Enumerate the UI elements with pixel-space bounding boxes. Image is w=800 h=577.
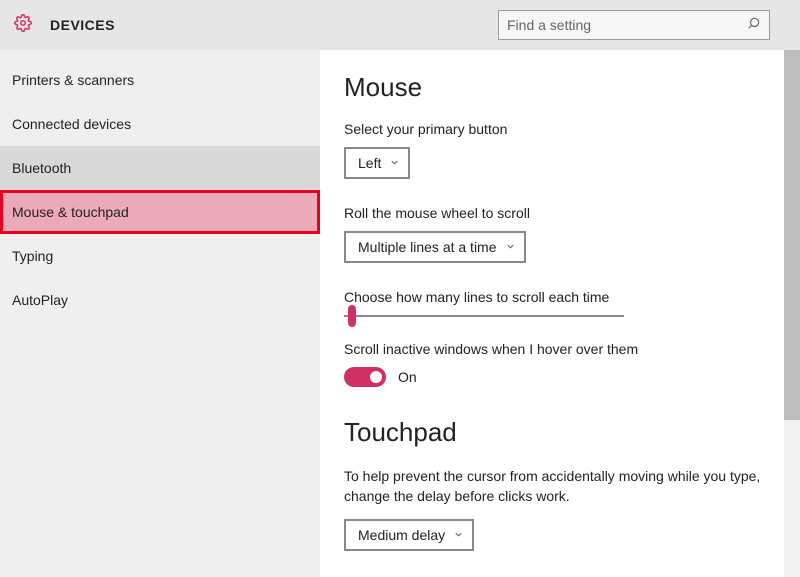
- lines-scroll-label: Choose how many lines to scroll each tim…: [344, 289, 776, 305]
- toggle-knob: [370, 371, 382, 383]
- primary-button-value: Left: [358, 155, 381, 171]
- gear-icon: [10, 14, 50, 37]
- sidebar-item-printers[interactable]: Printers & scanners: [0, 58, 320, 102]
- mouse-section-title: Mouse: [344, 72, 776, 103]
- content-container: Printers & scanners Connected devices Bl…: [0, 50, 800, 577]
- scrollbar[interactable]: [784, 50, 800, 577]
- inactive-hover-row: On: [344, 367, 776, 387]
- chevron-down-icon: [505, 239, 516, 255]
- header-bar: DEVICES: [0, 0, 800, 50]
- main-panel: Mouse Select your primary button Left Ro…: [320, 50, 800, 577]
- sidebar-item-autoplay[interactable]: AutoPlay: [0, 278, 320, 322]
- sidebar-item-mouse-touchpad[interactable]: Mouse & touchpad: [0, 190, 320, 234]
- touchpad-delay-value: Medium delay: [358, 527, 445, 543]
- touchpad-section-title: Touchpad: [344, 417, 776, 448]
- wheel-scroll-value: Multiple lines at a time: [358, 239, 497, 255]
- scrollbar-thumb[interactable]: [784, 50, 800, 420]
- touchpad-delay-dropdown[interactable]: Medium delay: [344, 519, 474, 551]
- inactive-hover-value: On: [398, 369, 417, 385]
- sidebar-item-typing[interactable]: Typing: [0, 234, 320, 278]
- search-icon: [747, 16, 761, 35]
- search-box[interactable]: [498, 10, 770, 40]
- chevron-down-icon: [453, 527, 464, 543]
- inactive-hover-toggle[interactable]: [344, 367, 386, 387]
- sidebar-item-bluetooth[interactable]: Bluetooth: [0, 146, 320, 190]
- slider-thumb[interactable]: [348, 305, 356, 327]
- primary-button-label: Select your primary button: [344, 121, 776, 137]
- sidebar: Printers & scanners Connected devices Bl…: [0, 50, 320, 577]
- page-title: DEVICES: [50, 17, 115, 33]
- touchpad-desc: To help prevent the cursor from accident…: [344, 466, 776, 507]
- lines-scroll-slider[interactable]: [344, 315, 624, 317]
- sidebar-item-connected-devices[interactable]: Connected devices: [0, 102, 320, 146]
- chevron-down-icon: [389, 155, 400, 171]
- primary-button-dropdown[interactable]: Left: [344, 147, 410, 179]
- inactive-hover-label: Scroll inactive windows when I hover ove…: [344, 341, 776, 357]
- wheel-scroll-dropdown[interactable]: Multiple lines at a time: [344, 231, 526, 263]
- wheel-scroll-label: Roll the mouse wheel to scroll: [344, 205, 776, 221]
- search-input[interactable]: [507, 17, 747, 33]
